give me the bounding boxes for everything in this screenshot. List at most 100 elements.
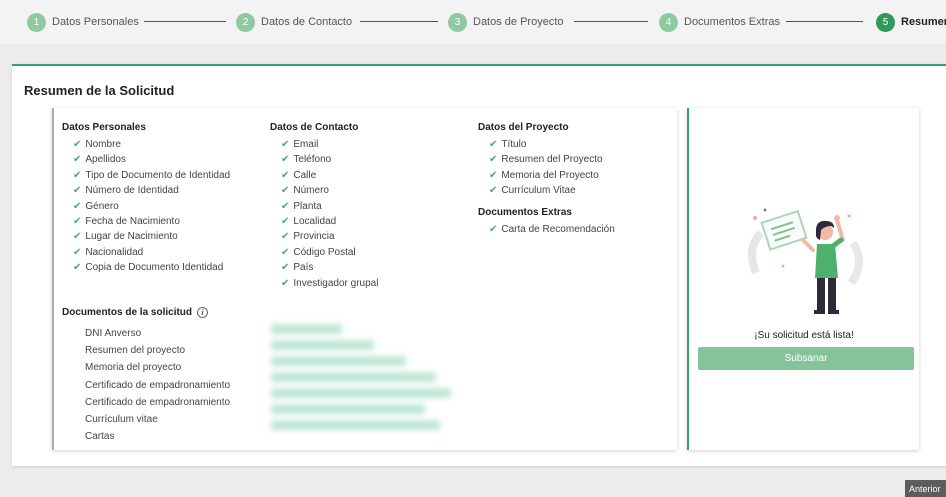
step-number: 1	[27, 12, 46, 32]
step-connector	[144, 21, 226, 22]
checklist-item: ✔ Currículum Vitae	[478, 183, 615, 198]
check-icon: ✔	[73, 154, 82, 166]
summary-panel: Datos Personales ✔ Nombre ✔ Apellidos ✔ Tipo …	[52, 108, 677, 450]
previous-button[interactable]: Anterior	[905, 480, 946, 497]
checklist-item: ✔ Teléfono	[270, 152, 378, 167]
illustration	[748, 208, 863, 314]
check-icon: ✔	[489, 223, 498, 235]
check-icon: ✔	[489, 154, 498, 166]
ready-panel: ¡Su solicitud está lista! Subsanar	[687, 108, 919, 450]
checklist-item: ✔ Título	[478, 137, 615, 152]
checklist-item: ✔ Tipo de Documento de Identidad	[62, 168, 230, 183]
checklist-item: ✔ Memoria del Proyecto	[478, 168, 615, 183]
item-label: Currículum vitae	[85, 413, 158, 425]
checklist-item: ✔ Lugar de Nacimiento	[62, 229, 230, 244]
item-label: Carta de Recomendación	[501, 223, 615, 235]
document-item: Certificado de empadronamiento	[85, 394, 230, 411]
checklist-item: ✔ Nacionalidad	[62, 245, 230, 260]
checklist-item: ✔ Email	[270, 137, 378, 152]
documents-title-text: Documentos de la solicitud	[62, 307, 193, 318]
step-datos-personales[interactable]: 1 Datos Personales	[27, 12, 139, 32]
document-item: Cartas	[85, 428, 230, 445]
item-label: Planta	[293, 200, 322, 212]
document-item: DNI Anverso	[85, 325, 230, 342]
step-label: Resumen	[901, 16, 946, 28]
item-label: Tipo de Documento de Identidad	[85, 169, 231, 181]
step-number: 5	[876, 12, 895, 32]
checklist-item: ✔ Género	[62, 199, 230, 214]
checklist-item: ✔ Apellidos	[62, 152, 230, 167]
checklist-item: ✔ Provincia	[270, 229, 378, 244]
step-connector	[786, 21, 863, 22]
checklist: ✔ Título ✔ Resumen del Proyecto ✔ Memoria del…	[478, 137, 615, 199]
checklist-item: ✔ Número de Identidad	[62, 183, 230, 198]
section-datos-contacto: Datos de Contacto ✔ Email ✔ Teléfono ✔ Calle ✔…	[270, 122, 378, 291]
check-icon: ✔	[73, 185, 82, 197]
check-icon: ✔	[281, 215, 290, 227]
checklist: ✔ Carta de Recomendación	[478, 222, 615, 237]
checklist-item: ✔ Calle	[270, 168, 378, 183]
check-icon: ✔	[281, 262, 290, 274]
info-icon[interactable]: i	[197, 307, 209, 318]
check-icon: ✔	[281, 231, 290, 243]
checklist-item: ✔ Planta	[270, 199, 378, 214]
step-datos-proyecto[interactable]: 3 Datos de Proyecto	[448, 12, 564, 32]
check-icon: ✔	[73, 262, 82, 274]
item-label: Memoria del proyecto	[85, 362, 182, 374]
document-item: Resumen del proyecto	[85, 342, 230, 359]
item-label: Código Postal	[293, 246, 356, 258]
section-title: Datos Personales	[62, 122, 146, 133]
step-label: Documentos Extras	[684, 16, 780, 28]
check-icon: ✔	[489, 139, 498, 150]
check-icon: ✔	[281, 200, 290, 212]
document-item: Currículum vitae	[85, 411, 230, 428]
item-label: Nombre	[85, 139, 121, 150]
checklist-item: ✔ Carta de Recomendación	[478, 222, 615, 237]
check-icon: ✔	[489, 185, 498, 197]
document-item: Certificado de empadronamiento	[85, 377, 230, 394]
item-label: Copia de Documento Identidad	[85, 262, 224, 274]
step-number: 2	[236, 12, 255, 32]
check-icon: ✔	[73, 231, 82, 243]
item-label: Resumen del proyecto	[85, 345, 186, 357]
item-label: Calle	[293, 169, 317, 181]
item-label: Cartas	[85, 431, 115, 443]
check-icon: ✔	[281, 277, 290, 289]
item-label: Lugar de Nacimiento	[85, 231, 178, 243]
item-label: Localidad	[293, 215, 337, 227]
item-label: Número	[293, 185, 329, 197]
ready-message: ¡Su solicitud está lista!	[754, 330, 854, 341]
check-icon: ✔	[73, 139, 82, 150]
step-connector	[360, 21, 438, 22]
summary-card: Resumen de la Solicitud Datos Personales…	[12, 64, 946, 466]
item-label: País	[293, 262, 314, 274]
subsanar-button[interactable]: Subsanar	[698, 347, 914, 370]
check-icon: ✔	[489, 169, 498, 181]
check-icon: ✔	[73, 200, 82, 212]
item-label: DNI Anverso	[85, 328, 142, 339]
item-label: Memoria del Proyecto	[501, 169, 599, 181]
item-label: Título	[501, 139, 527, 150]
check-icon: ✔	[281, 139, 290, 150]
checklist-item: ✔ Resumen del Proyecto	[478, 152, 615, 167]
step-resumen[interactable]: 5 Resumen	[876, 12, 946, 32]
blurred-document-links	[271, 324, 459, 446]
item-label: Apellidos	[85, 154, 126, 166]
section-datos-personales: Datos Personales ✔ Nombre ✔ Apellidos ✔ Tipo …	[62, 122, 230, 276]
item-label: Investigador grupal	[293, 277, 379, 289]
check-icon: ✔	[73, 246, 82, 258]
item-label: Certificado de empadronamiento	[85, 379, 231, 391]
checklist-item: ✔ Copia de Documento Identidad	[62, 260, 230, 275]
check-icon: ✔	[73, 215, 82, 227]
documents-section-title: Documentos de la solicitud i	[62, 307, 209, 318]
checklist-item: ✔ Nombre	[62, 137, 230, 152]
step-number: 3	[448, 12, 467, 32]
check-icon: ✔	[281, 169, 290, 181]
section-title: Documentos Extras	[478, 206, 572, 218]
item-label: Fecha de Nacimiento	[85, 215, 180, 227]
section-title: Datos de Contacto	[270, 122, 359, 133]
checklist: ✔ Email ✔ Teléfono ✔ Calle ✔ Número ✔ Planta ✔ Loca…	[270, 137, 378, 291]
step-documentos-extras[interactable]: 4 Documentos Extras	[659, 12, 780, 32]
step-datos-contacto[interactable]: 2 Datos de Contacto	[236, 12, 352, 32]
page-title: Resumen de la Solicitud	[24, 83, 175, 98]
